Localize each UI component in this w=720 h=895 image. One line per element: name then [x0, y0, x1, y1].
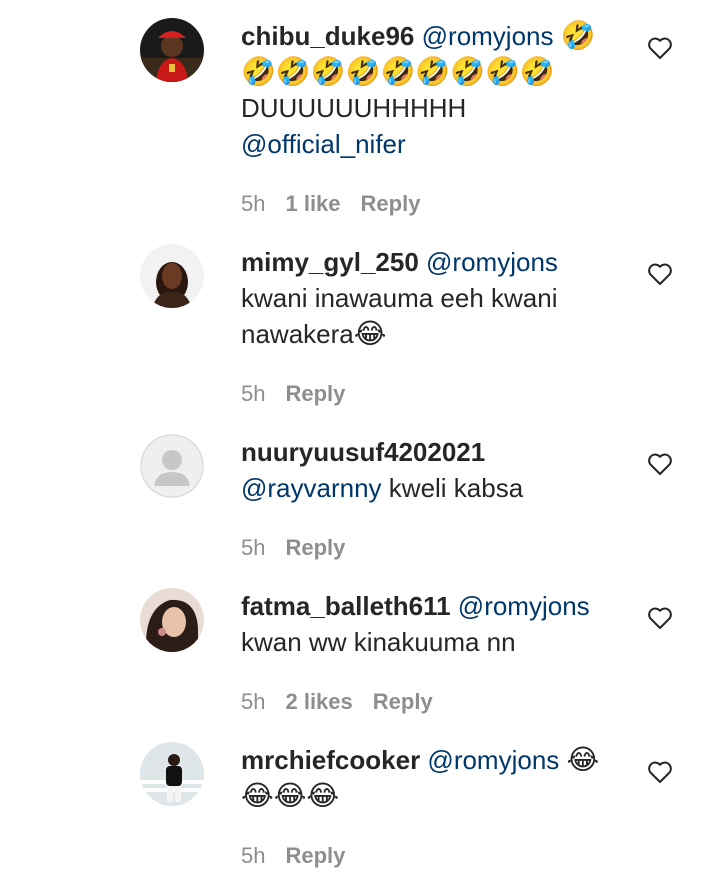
avatar[interactable]: [140, 742, 204, 806]
comment-text: DUUUUUUHHHHH: [241, 93, 467, 123]
comment-mention[interactable]: @romyjons: [422, 21, 554, 51]
reply-button[interactable]: Reply: [361, 190, 421, 218]
comment-timestamp: 5h: [241, 535, 266, 560]
comment-mention[interactable]: @romyjons: [427, 745, 559, 775]
like-heart-icon[interactable]: [647, 606, 673, 630]
reply-button[interactable]: Reply: [285, 842, 345, 870]
reply-button[interactable]: Reply: [285, 380, 345, 408]
comment-username[interactable]: mimy_gyl_250: [241, 247, 419, 277]
default-user-avatar-icon[interactable]: [140, 434, 204, 498]
comment-emoji-line: 🤣🤣🤣🤣🤣🤣🤣🤣🤣: [241, 55, 555, 88]
like-heart-icon[interactable]: [647, 36, 673, 60]
avatar[interactable]: [140, 588, 204, 652]
comment-timestamp: 5h: [241, 381, 266, 406]
comment-likes-count[interactable]: 2 likes: [285, 688, 352, 716]
comment-mention[interactable]: @official_nifer: [241, 129, 406, 159]
comment-emoji: 🤣: [560, 19, 596, 52]
comment-mention[interactable]: @romyjons: [458, 591, 590, 621]
comment-username[interactable]: fatma_balleth611: [241, 591, 451, 621]
comment-likes-count[interactable]: 1 like: [285, 190, 340, 218]
comment-username[interactable]: mrchiefcooker: [241, 745, 420, 775]
comment-timestamp: 5h: [241, 191, 266, 216]
comment-text: kwani inawauma eeh kwani nawakera: [241, 283, 558, 349]
like-heart-icon[interactable]: [647, 760, 673, 784]
like-heart-icon[interactable]: [647, 262, 673, 286]
reply-button[interactable]: Reply: [285, 534, 345, 562]
comment-emoji: 😂: [566, 743, 600, 776]
comment-emoji-line: 😂😂😂: [241, 779, 340, 812]
avatar[interactable]: [140, 244, 204, 308]
comment-timestamp: 5h: [241, 689, 266, 714]
comment-text: kweli kabsa: [388, 473, 524, 503]
comment-timestamp: 5h: [241, 843, 266, 868]
comment-emoji: 😂: [353, 317, 387, 350]
comment-text: kwan ww kinakuuma nn: [241, 627, 516, 657]
comment-mention[interactable]: @rayvarnny: [241, 473, 382, 503]
comment-username[interactable]: nuuryuusuf4202021: [241, 437, 485, 467]
comment-mention[interactable]: @romyjons: [426, 247, 558, 277]
avatar[interactable]: [140, 18, 204, 82]
comment-username[interactable]: chibu_duke96: [241, 21, 414, 51]
like-heart-icon[interactable]: [647, 452, 673, 476]
reply-button[interactable]: Reply: [373, 688, 433, 716]
